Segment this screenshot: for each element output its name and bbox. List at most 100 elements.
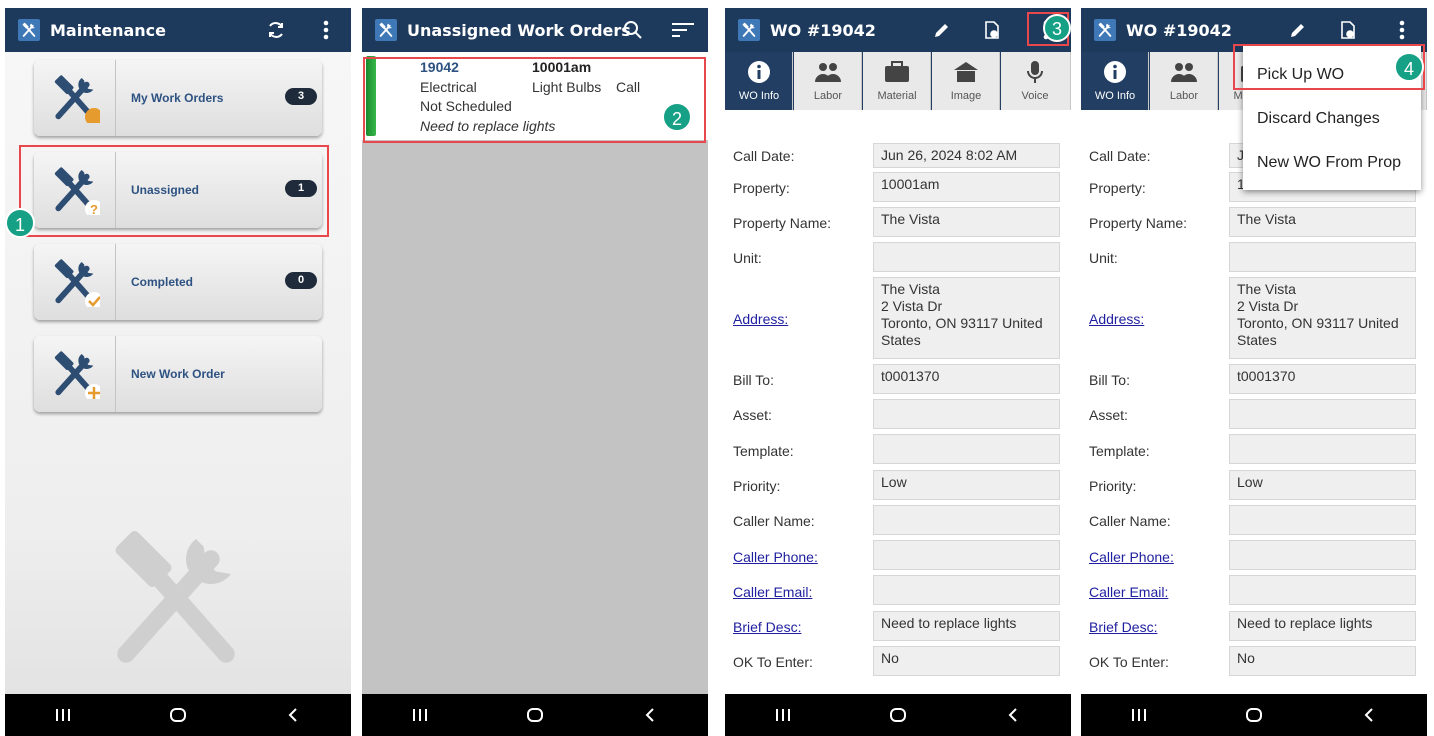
save-doc-icon[interactable]	[980, 18, 1004, 42]
caller-email-link[interactable]: Caller Email:	[1089, 584, 1168, 600]
new-wo-from-prop-menu-item[interactable]: New WO From Prop	[1257, 154, 1401, 172]
brief-desc-field[interactable]: Need to replace lights	[873, 611, 1060, 641]
tab-label: Image	[950, 90, 982, 102]
search-icon[interactable]	[621, 18, 645, 42]
back-icon[interactable]	[273, 700, 313, 730]
labor-icon	[794, 58, 862, 86]
app-logo-icon	[738, 19, 760, 41]
bill-to-field[interactable]: t0001370	[1229, 364, 1416, 394]
page-title: WO #19042	[1126, 20, 1232, 40]
asset-label: Asset:	[733, 407, 772, 423]
tab-wo-info[interactable]: WO Info	[725, 52, 793, 110]
unit-field[interactable]	[873, 242, 1060, 272]
address-link[interactable]: Address:	[733, 311, 788, 327]
bill-to-field[interactable]: t0001370	[873, 364, 1060, 394]
caller-email-link[interactable]: Caller Email:	[733, 584, 812, 600]
app-bar: Maintenance	[5, 8, 351, 52]
unassigned-highlight	[19, 145, 329, 237]
completed-count-badge: 0	[285, 272, 317, 289]
property-name-label: Property Name:	[733, 215, 832, 231]
back-icon[interactable]	[630, 700, 670, 730]
step-2-badge: 2	[662, 102, 692, 132]
tab-wo-info[interactable]: WO Info	[1081, 52, 1149, 110]
asset-field[interactable]	[1229, 399, 1416, 429]
sort-icon[interactable]	[671, 18, 695, 42]
property-name-field[interactable]: The Vista	[1229, 207, 1416, 237]
edit-icon[interactable]	[930, 18, 954, 42]
ok-to-enter-label: OK To Enter:	[1089, 654, 1169, 670]
tab-labor[interactable]: Labor	[1150, 52, 1218, 110]
caller-phone-field[interactable]	[1229, 540, 1416, 570]
save-doc-icon[interactable]	[1336, 18, 1360, 42]
recents-icon[interactable]	[1119, 700, 1159, 730]
new-work-order-label: New Work Order	[131, 367, 225, 381]
edit-icon[interactable]	[1286, 18, 1310, 42]
recents-icon[interactable]	[763, 700, 803, 730]
tab-voice[interactable]: Voice	[1001, 52, 1071, 110]
property-label: Property:	[1089, 180, 1146, 196]
brief-desc-link[interactable]: Brief Desc:	[1089, 619, 1157, 635]
more-vert-icon[interactable]	[314, 18, 338, 42]
caller-name-field[interactable]	[873, 505, 1060, 535]
refresh-icon[interactable]	[264, 18, 288, 42]
system-nav-bar	[5, 694, 351, 736]
my-work-orders-icon	[34, 60, 116, 136]
page-title: Maintenance	[50, 20, 167, 40]
caller-email-field[interactable]	[873, 575, 1060, 605]
brief-desc-link[interactable]: Brief Desc:	[733, 619, 801, 635]
ok-to-enter-field[interactable]: No	[873, 646, 1060, 676]
recents-icon[interactable]	[400, 700, 440, 730]
back-icon[interactable]	[993, 700, 1033, 730]
brief-desc-field[interactable]: Need to replace lights	[1229, 611, 1416, 641]
my-work-orders-count-badge: 3	[285, 88, 317, 105]
unit-label: Unit:	[1089, 250, 1118, 266]
discard-changes-menu-item[interactable]: Discard Changes	[1257, 110, 1380, 128]
ok-to-enter-field[interactable]: No	[1229, 646, 1416, 676]
property-name-field[interactable]: The Vista	[873, 207, 1060, 237]
info-icon	[725, 58, 793, 86]
caller-phone-field[interactable]	[873, 540, 1060, 570]
new-work-order-button[interactable]: New Work Order	[34, 336, 322, 412]
tab-label: Material	[877, 90, 917, 102]
caller-name-field[interactable]	[1229, 505, 1416, 535]
tab-image[interactable]: Image	[932, 52, 1000, 110]
caller-phone-link[interactable]: Caller Phone:	[733, 549, 818, 565]
template-field[interactable]	[873, 434, 1060, 464]
home-icon[interactable]	[515, 700, 555, 730]
tab-labor[interactable]: Labor	[794, 52, 862, 110]
recents-icon[interactable]	[43, 700, 83, 730]
priority-label: Priority:	[733, 478, 781, 494]
call-date-field[interactable]: Jun 26, 2024 8:02 AM	[873, 143, 1060, 168]
tab-material[interactable]: Material	[863, 52, 931, 110]
priority-field[interactable]: Low	[873, 470, 1060, 500]
step-4-badge: 4	[1394, 52, 1424, 82]
back-icon[interactable]	[1349, 700, 1389, 730]
home-icon[interactable]	[158, 700, 198, 730]
completed-button[interactable]: Completed 0	[34, 244, 322, 320]
home-icon[interactable]	[878, 700, 918, 730]
page-title: WO #19042	[770, 20, 876, 40]
my-work-orders-label: My Work Orders	[131, 91, 224, 105]
caller-phone-link[interactable]: Caller Phone:	[1089, 549, 1174, 565]
template-field[interactable]	[1229, 434, 1416, 464]
step-1-badge: 1	[5, 208, 35, 238]
property-field[interactable]: 10001am	[873, 172, 1060, 202]
address-field[interactable]: The Vista 2 Vista Dr Toronto, ON 93117 U…	[873, 277, 1060, 359]
asset-field[interactable]	[873, 399, 1060, 429]
my-work-orders-button[interactable]: My Work Orders 3	[34, 60, 322, 136]
template-label: Template:	[1089, 443, 1150, 459]
app-bar: Unassigned Work Orders	[362, 8, 708, 52]
unit-field[interactable]	[1229, 242, 1416, 272]
image-icon	[932, 58, 1000, 86]
tab-label: WO Info	[1094, 90, 1136, 102]
caller-email-field[interactable]	[1229, 575, 1416, 605]
home-icon[interactable]	[1234, 700, 1274, 730]
property-label: Property:	[733, 180, 790, 196]
priority-field[interactable]: Low	[1229, 470, 1416, 500]
page-title: Unassigned Work Orders	[407, 20, 631, 40]
address-link[interactable]: Address:	[1089, 311, 1144, 327]
more-vert-icon[interactable]	[1390, 18, 1414, 42]
tab-label: Voice	[1021, 90, 1049, 102]
address-field[interactable]: The Vista 2 Vista Dr Toronto, ON 93117 U…	[1229, 277, 1416, 359]
template-label: Template:	[733, 443, 794, 459]
